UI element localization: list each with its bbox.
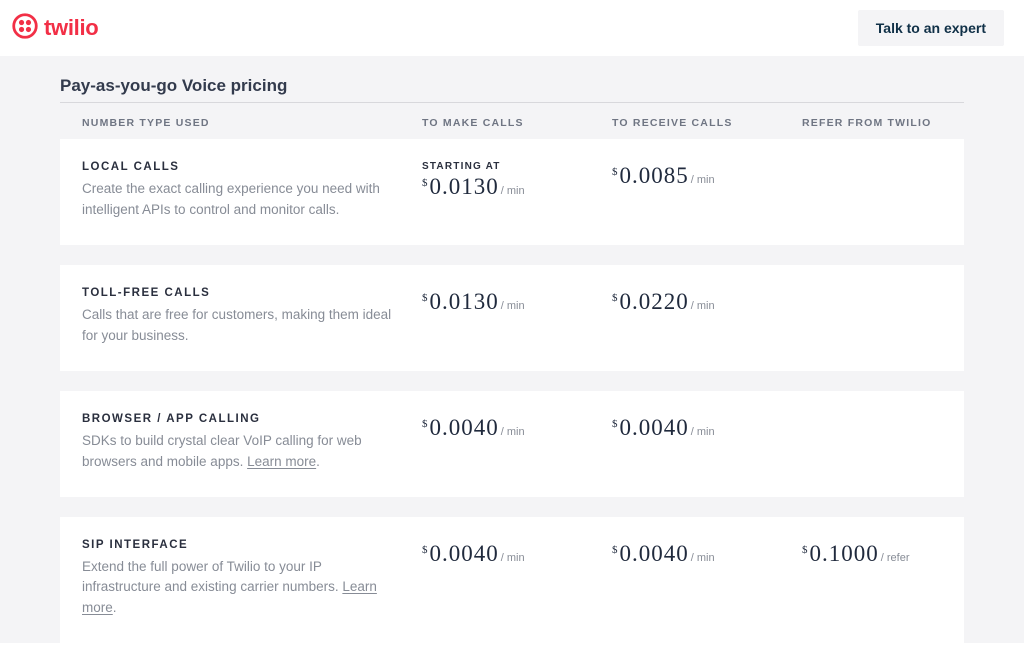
dollar-sign: $ <box>612 418 619 430</box>
price-value: $0.0040/ min <box>422 415 612 441</box>
row-receive-cell: $0.0085/ min <box>612 161 802 189</box>
price-unit: / min <box>691 174 715 186</box>
learn-more-link[interactable]: Learn more <box>82 579 377 615</box>
dollar-sign: $ <box>612 292 619 304</box>
col-header-make: TO MAKE CALLS <box>422 117 612 129</box>
price-value: $0.0130/ min <box>422 174 612 200</box>
price-unit: / min <box>501 300 525 312</box>
price-value: $0.0040/ min <box>612 415 802 441</box>
pricing-row: SIP INTERFACE Extend the full power of Tw… <box>60 517 964 644</box>
brand-name: twilio <box>44 15 98 41</box>
price-unit: / refer <box>881 552 910 564</box>
row-type-cell: TOLL-FREE CALLS Calls that are free for c… <box>82 287 422 347</box>
section-title: Pay-as-you-go Voice pricing <box>60 76 964 103</box>
row-description: Calls that are free for customers, makin… <box>82 305 402 347</box>
row-make-cell: $0.0040/ min <box>422 413 612 441</box>
col-header-type: NUMBER TYPE USED <box>82 117 422 129</box>
pricing-row: BROWSER / APP CALLING SDKs to build cryst… <box>60 391 964 497</box>
row-make-cell: STARTING AT $0.0130/ min <box>422 161 612 200</box>
price-unit: / min <box>691 426 715 438</box>
row-type-cell: LOCAL CALLS Create the exact calling expe… <box>82 161 422 221</box>
row-refer-cell: $0.1000/ refer <box>802 539 942 567</box>
row-title: SIP INTERFACE <box>82 539 422 551</box>
row-receive-cell: $0.0040/ min <box>612 539 802 567</box>
pricing-row: LOCAL CALLS Create the exact calling expe… <box>60 139 964 245</box>
brand-logo[interactable]: twilio <box>12 13 98 44</box>
row-make-cell: $0.0040/ min <box>422 539 612 567</box>
row-title: BROWSER / APP CALLING <box>82 413 422 425</box>
price-value: $0.0085/ min <box>612 163 802 189</box>
price-unit: / min <box>501 552 525 564</box>
talk-to-expert-button[interactable]: Talk to an expert <box>858 10 1004 46</box>
main-content: Pay-as-you-go Voice pricing NUMBER TYPE … <box>0 56 1024 643</box>
dollar-sign: $ <box>422 418 429 430</box>
dollar-sign: $ <box>422 177 429 189</box>
row-type-cell: BROWSER / APP CALLING SDKs to build cryst… <box>82 413 422 473</box>
twilio-logo-icon <box>12 13 38 44</box>
price-unit: / min <box>691 300 715 312</box>
dollar-sign: $ <box>612 166 619 178</box>
pricing-rows: LOCAL CALLS Create the exact calling expe… <box>60 139 964 643</box>
row-description: Create the exact calling experience you … <box>82 179 402 221</box>
price-value: $0.0220/ min <box>612 289 802 315</box>
price-value: $0.0130/ min <box>422 289 612 315</box>
col-header-receive: TO RECEIVE CALLS <box>612 117 802 129</box>
price-unit: / min <box>501 185 525 197</box>
col-header-refer: REFER FROM TWILIO <box>802 117 942 129</box>
row-description: Extend the full power of Twilio to your … <box>82 557 402 620</box>
dollar-sign: $ <box>422 292 429 304</box>
pricing-row: TOLL-FREE CALLS Calls that are free for c… <box>60 265 964 371</box>
pricing-table-header: NUMBER TYPE USED TO MAKE CALLS TO RECEIV… <box>60 103 964 139</box>
row-title: TOLL-FREE CALLS <box>82 287 422 299</box>
row-description: SDKs to build crystal clear VoIP calling… <box>82 431 402 473</box>
price-value: $0.1000/ refer <box>802 541 942 567</box>
row-receive-cell: $0.0040/ min <box>612 413 802 441</box>
starting-at-label: STARTING AT <box>422 161 612 172</box>
row-title: LOCAL CALLS <box>82 161 422 173</box>
price-value: $0.0040/ min <box>612 541 802 567</box>
price-unit: / min <box>691 552 715 564</box>
price-unit: / min <box>501 426 525 438</box>
row-type-cell: SIP INTERFACE Extend the full power of Tw… <box>82 539 422 620</box>
row-make-cell: $0.0130/ min <box>422 287 612 315</box>
price-value: $0.0040/ min <box>422 541 612 567</box>
page-header: twilio Talk to an expert <box>0 0 1024 56</box>
learn-more-link[interactable]: Learn more <box>247 454 316 469</box>
row-receive-cell: $0.0220/ min <box>612 287 802 315</box>
